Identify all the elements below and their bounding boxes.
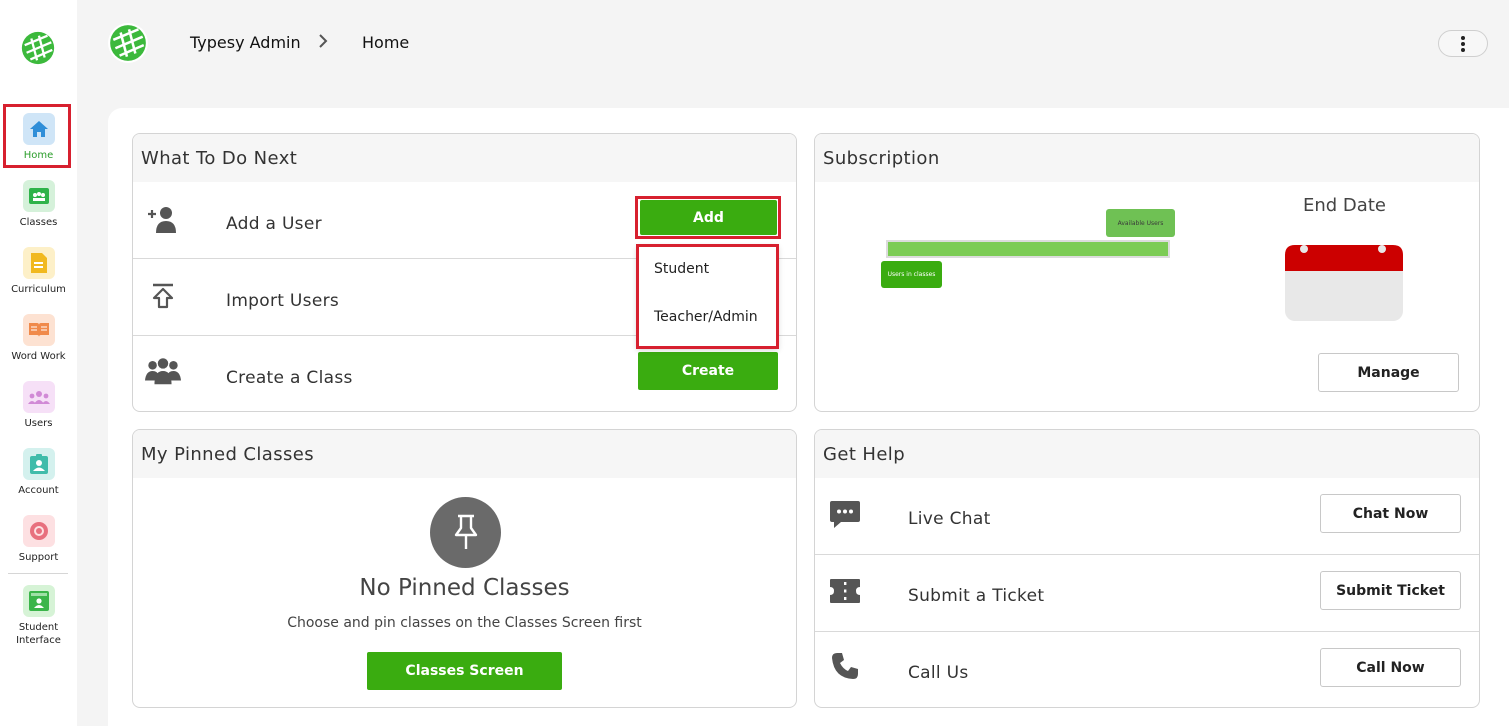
manage-button[interactable]: Manage <box>1318 353 1459 392</box>
pin-icon <box>430 497 501 568</box>
chat-bubble-icon <box>827 498 863 532</box>
phone-icon <box>827 649 863 683</box>
card-title: Subscription <box>815 134 1479 182</box>
card-title: Get Help <box>815 430 1479 478</box>
sidebar-item-account[interactable]: Account <box>0 448 77 497</box>
sidebar-item-label: Word Work <box>11 351 66 362</box>
usage-bar-fill <box>888 242 1168 256</box>
book-icon <box>22 314 55 346</box>
sidebar-item-label: Users <box>24 418 53 429</box>
create-button[interactable]: Create <box>638 352 778 390</box>
sidebar-item-word-work[interactable]: Word Work <box>0 314 77 363</box>
dropdown-highlight <box>636 244 779 349</box>
sidebar-item-label: Home <box>23 150 54 161</box>
classes-icon <box>22 180 55 212</box>
breadcrumb-current: Home <box>362 33 410 52</box>
calendar-icon <box>1285 245 1403 321</box>
help-label: Submit a Ticket <box>908 586 1045 606</box>
sidebar-item-classes[interactable]: Classes <box>0 180 77 229</box>
more-options-button[interactable] <box>1438 30 1488 57</box>
available-users-label: Available Users <box>1106 209 1175 237</box>
add-button-highlight <box>635 196 781 239</box>
card-title: My Pinned Classes <box>133 430 796 478</box>
end-date-label: End Date <box>1303 195 1386 216</box>
student-interface-icon <box>22 585 55 617</box>
typesy-logo-icon[interactable] <box>19 29 57 67</box>
sidebar-item-support[interactable]: Support <box>0 515 77 564</box>
todo-label: Import Users <box>226 291 340 311</box>
chevron-right-icon <box>317 33 329 53</box>
users-icon <box>22 381 55 413</box>
submit-ticket-button[interactable]: Submit Ticket <box>1320 571 1461 610</box>
curriculum-icon <box>22 247 55 279</box>
support-icon <box>22 515 55 547</box>
sidebar: Home Classes Curriculum Word Work Users … <box>0 0 77 726</box>
card-title: What To Do Next <box>133 134 796 182</box>
typesy-logo-icon[interactable] <box>107 22 149 64</box>
empty-state-title: No Pinned Classes <box>359 575 570 601</box>
call-now-button[interactable]: Call Now <box>1320 648 1461 687</box>
users-in-classes-label: Users in classes <box>881 261 942 288</box>
sidebar-item-users[interactable]: Users <box>0 381 77 430</box>
sidebar-item-label: Classes <box>19 217 58 228</box>
todo-label: Add a User <box>226 214 322 234</box>
kebab-menu-icon <box>1461 35 1465 52</box>
group-icon <box>145 354 181 388</box>
breadcrumb-root[interactable]: Typesy Admin <box>190 33 301 52</box>
sidebar-divider <box>8 573 68 574</box>
classes-screen-button[interactable]: Classes Screen <box>367 652 562 690</box>
home-icon <box>22 113 55 145</box>
todo-label: Create a Class <box>226 368 353 388</box>
sidebar-item-label: Support <box>18 552 59 563</box>
sidebar-item-label: Student Interface <box>16 622 61 646</box>
account-icon <box>22 448 55 480</box>
sidebar-item-student-interface[interactable]: Student Interface <box>0 585 77 647</box>
upload-icon <box>145 279 181 313</box>
sidebar-item-home[interactable]: Home <box>0 113 77 162</box>
sidebar-item-label: Curriculum <box>11 284 66 295</box>
sidebar-item-curriculum[interactable]: Curriculum <box>0 247 77 296</box>
chat-now-button[interactable]: Chat Now <box>1320 494 1461 533</box>
help-label: Call Us <box>908 663 969 683</box>
sidebar-item-label: Account <box>18 485 59 496</box>
add-user-icon <box>145 202 181 236</box>
help-label: Live Chat <box>908 509 991 529</box>
usage-bar-track <box>886 240 1170 258</box>
empty-state-text: Choose and pin classes on the Classes Sc… <box>287 615 642 631</box>
ticket-icon <box>827 574 863 608</box>
